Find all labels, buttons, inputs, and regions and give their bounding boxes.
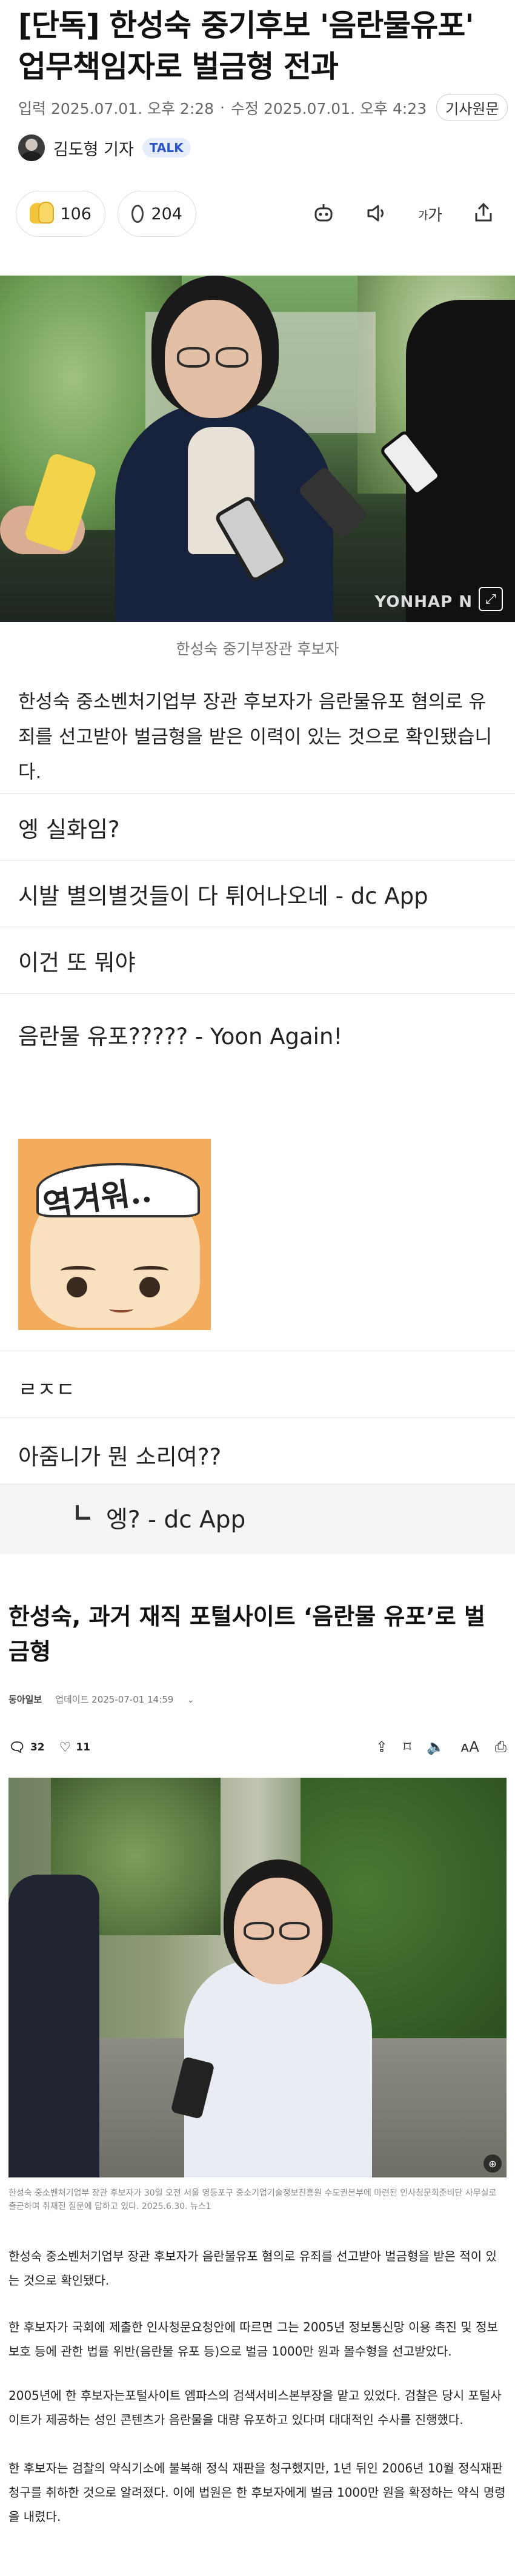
share-icon[interactable]: ⇪: [376, 1738, 388, 1755]
comment-item[interactable]: 시발 별의별것들이 다 튀어나오네 - dc App: [0, 860, 515, 927]
meta-separator: ·: [220, 99, 225, 116]
svg-text:가: 가: [428, 207, 442, 225]
publisher-name[interactable]: 동아일보: [8, 1693, 42, 1706]
comment-count: 204: [151, 204, 182, 223]
article-tools: 가가: [310, 200, 497, 227]
article2-paragraph: 한 후보자가 국회에 제출한 인사청문요청안에 따르면 그는 2005년 정보통…: [8, 2320, 498, 2359]
reaction-button[interactable]: 106: [16, 191, 105, 237]
comment-item[interactable]: 엥 실화임?: [0, 793, 515, 860]
chevron-down-icon[interactable]: ⌄: [187, 1694, 194, 1705]
article-meta: 입력 2025.07.01. 오후 2:28 · 수정 2025.07.01. …: [18, 94, 508, 121]
article2-photo[interactable]: ⊕: [8, 1778, 507, 2177]
comment-item[interactable]: 음란물 유포????? - Yoon Again!: [0, 993, 515, 1127]
comment-text: 아줌니가 뭔 소리여??: [18, 1444, 222, 1470]
speaker-icon[interactable]: [364, 200, 390, 227]
comment-text: 이건 또 뭐야: [18, 950, 136, 976]
reporter-row[interactable]: 김도형 기자 TALK: [18, 134, 191, 161]
comment-text: 음란물 유포????? - Yoon Again!: [18, 1024, 343, 1050]
font-size-icon[interactable]: ᴀA: [460, 1738, 479, 1755]
zoom-icon[interactable]: ⤢: [479, 587, 503, 611]
clap-emoji-icon: [30, 202, 54, 226]
article2-photo-caption: 한성숙 중소벤처기업부 장관 후보자가 30일 오전 서울 영등포구 중소기업기…: [8, 2188, 497, 2211]
article2-toolbar: 🗨 32 ♡ 11 ⇪ ⌑ 🔈 ᴀA ⎙: [8, 1738, 507, 1757]
reporter-avatar: [18, 134, 45, 161]
article2-meta: 동아일보 업데이트 2025-07-01 14:59 ⌄: [8, 1693, 194, 1706]
reporter-name[interactable]: 김도형 기자: [53, 136, 134, 160]
svg-text:가: 가: [418, 210, 428, 222]
article2-paragraph: 한성숙 중소벤처기업부 장관 후보자가 음란물유포 혐의로 유죄를 선고받아 벌…: [8, 2249, 497, 2288]
edit-date: 수정 2025.07.01. 오후 4:23: [231, 99, 427, 118]
comment-button[interactable]: 204: [118, 191, 196, 237]
comment-group[interactable]: 🗨 32: [8, 1740, 45, 1755]
article-photo[interactable]: YONHAP N ⤢: [0, 276, 515, 622]
comment-item[interactable]: 이건 또 뭐야: [0, 927, 515, 993]
article2-tools: ⇪ ⌑ 🔈 ᴀA ⎙: [376, 1738, 507, 1755]
input-date: 입력 2025.07.01. 오후 2:28: [18, 99, 214, 118]
reaction-count: 106: [60, 204, 91, 223]
sticker-image: 역겨워..: [18, 1139, 211, 1330]
speaker-icon[interactable]: 🔈: [427, 1738, 445, 1755]
article2-paragraph: 2005년에 한 후보자는포털사이트 엠파스의 검색서비스본부장을 맡고 있었다…: [8, 2388, 502, 2427]
original-article-button[interactable]: 기사원문: [436, 94, 508, 121]
bookmark-icon[interactable]: ⌑: [404, 1738, 411, 1755]
article2-title: 한성숙, 과거 재직 포털사이트 ‘음란물 유포’로 벌금형: [8, 1603, 485, 1665]
comment-bubble-icon: 🗨: [8, 1740, 25, 1755]
talk-badge[interactable]: TALK: [142, 138, 191, 157]
reply-arrow-icon: [76, 1505, 90, 1520]
article-title: [단독] 한성숙 중기후보 '음란물유포' 업무책임자로 벌금형 전과: [18, 8, 474, 84]
comment-text: ㄹㅈㄷ: [18, 1378, 75, 1402]
like-group[interactable]: ♡ 11: [59, 1740, 90, 1755]
comment-count: 32: [30, 1741, 45, 1753]
comment-text: 엥 실화임?: [18, 816, 120, 843]
share-icon[interactable]: [470, 200, 497, 227]
photo-caption: 한성숙 중기부장관 후보자: [176, 640, 339, 658]
comment-item[interactable]: 아줌니가 뭔 소리여??: [0, 1417, 515, 1484]
like-count: 11: [76, 1741, 91, 1753]
comment-text: 시발 별의별것들이 다 튀어나오네 - dc App: [18, 883, 428, 909]
font-size-icon[interactable]: 가가: [417, 200, 444, 227]
robot-summary-icon[interactable]: [310, 200, 337, 227]
zoom-icon[interactable]: ⊕: [483, 2154, 502, 2173]
article2-paragraph: 한 후보자는 검찰의 약식기소에 불복해 정식 재판을 청구했지만, 1년 뒤인…: [8, 2461, 506, 2524]
reply-text: 엥? - dc App: [106, 1506, 246, 1534]
article-lede: 한성숙 중소벤처기업부 장관 후보자가 음란물유포 혐의로 유죄를 선고받아 벌…: [18, 691, 492, 783]
photo-credit: YONHAP N: [374, 593, 473, 611]
comment-item[interactable]: ㄹㅈㄷ: [0, 1351, 515, 1417]
comment-bubble-icon: [131, 205, 144, 223]
updated-date: 업데이트 2025-07-01 14:59: [55, 1694, 174, 1705]
heart-icon: ♡: [59, 1740, 71, 1755]
print-icon[interactable]: ⎙: [495, 1738, 507, 1755]
